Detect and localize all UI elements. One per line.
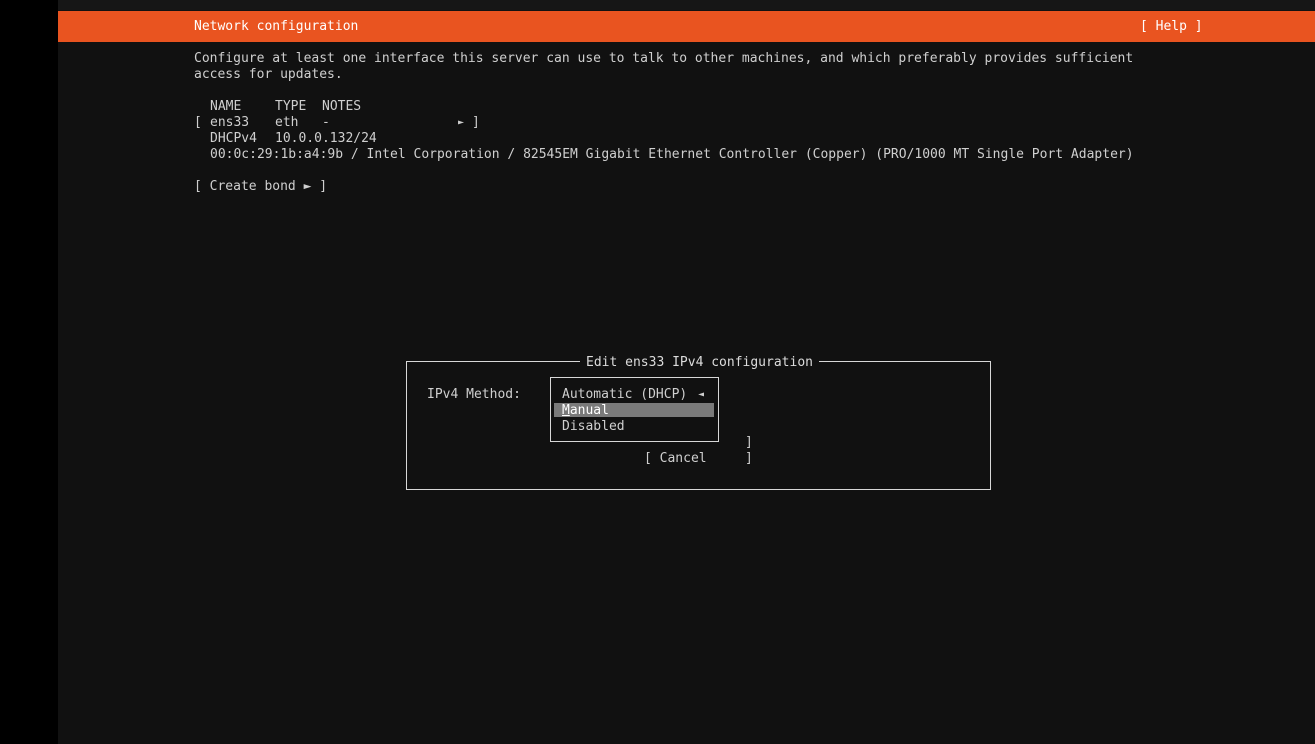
page-title: Network configuration [194, 19, 359, 34]
option-manual-label: anual [569, 403, 609, 418]
save-button-bracket[interactable]: ] [745, 435, 753, 451]
interface-name: ens33 [210, 115, 250, 130]
option-manual-hotkey: M [562, 403, 570, 418]
hardware-info: 00:0c:29:1b:a4:9b / Intel Corporation / … [210, 147, 1134, 162]
cancel-button-close: ] [745, 451, 753, 466]
interface-type: eth [275, 115, 299, 130]
cancel-button-label: [ Cancel [644, 451, 707, 466]
row-open-bracket: [ [194, 115, 202, 130]
interface-notes: - [322, 115, 330, 130]
dialog-title: Edit ens33 IPv4 configuration [580, 355, 819, 371]
option-manual[interactable]: Manual [562, 403, 609, 419]
dhcp-address: 10.0.0.132/24 [275, 131, 377, 146]
option-disabled[interactable]: Disabled [562, 419, 625, 435]
dhcp-label: DHCPv4 [210, 131, 257, 146]
create-bond-button[interactable]: [ Create bond ► ] [194, 179, 327, 195]
intro-text-line-1: Configure at least one interface this se… [194, 51, 1134, 66]
column-header-notes: NOTES [322, 99, 362, 114]
column-header-type: TYPE [275, 99, 307, 114]
row-arrow-icon: ► [458, 117, 465, 128]
option-automatic-label: Automatic (DHCP) [562, 387, 688, 402]
top-strip [58, 0, 1315, 10]
help-button[interactable]: [ Help ] [1140, 19, 1203, 35]
ipv4-method-label: IPv4 Method: [427, 387, 521, 402]
intro-text-line-2: access for updates. [194, 67, 343, 82]
row-close-bracket: ] [472, 115, 480, 130]
selected-marker-icon: ◄ [698, 389, 705, 400]
column-header-name: NAME [210, 99, 242, 114]
